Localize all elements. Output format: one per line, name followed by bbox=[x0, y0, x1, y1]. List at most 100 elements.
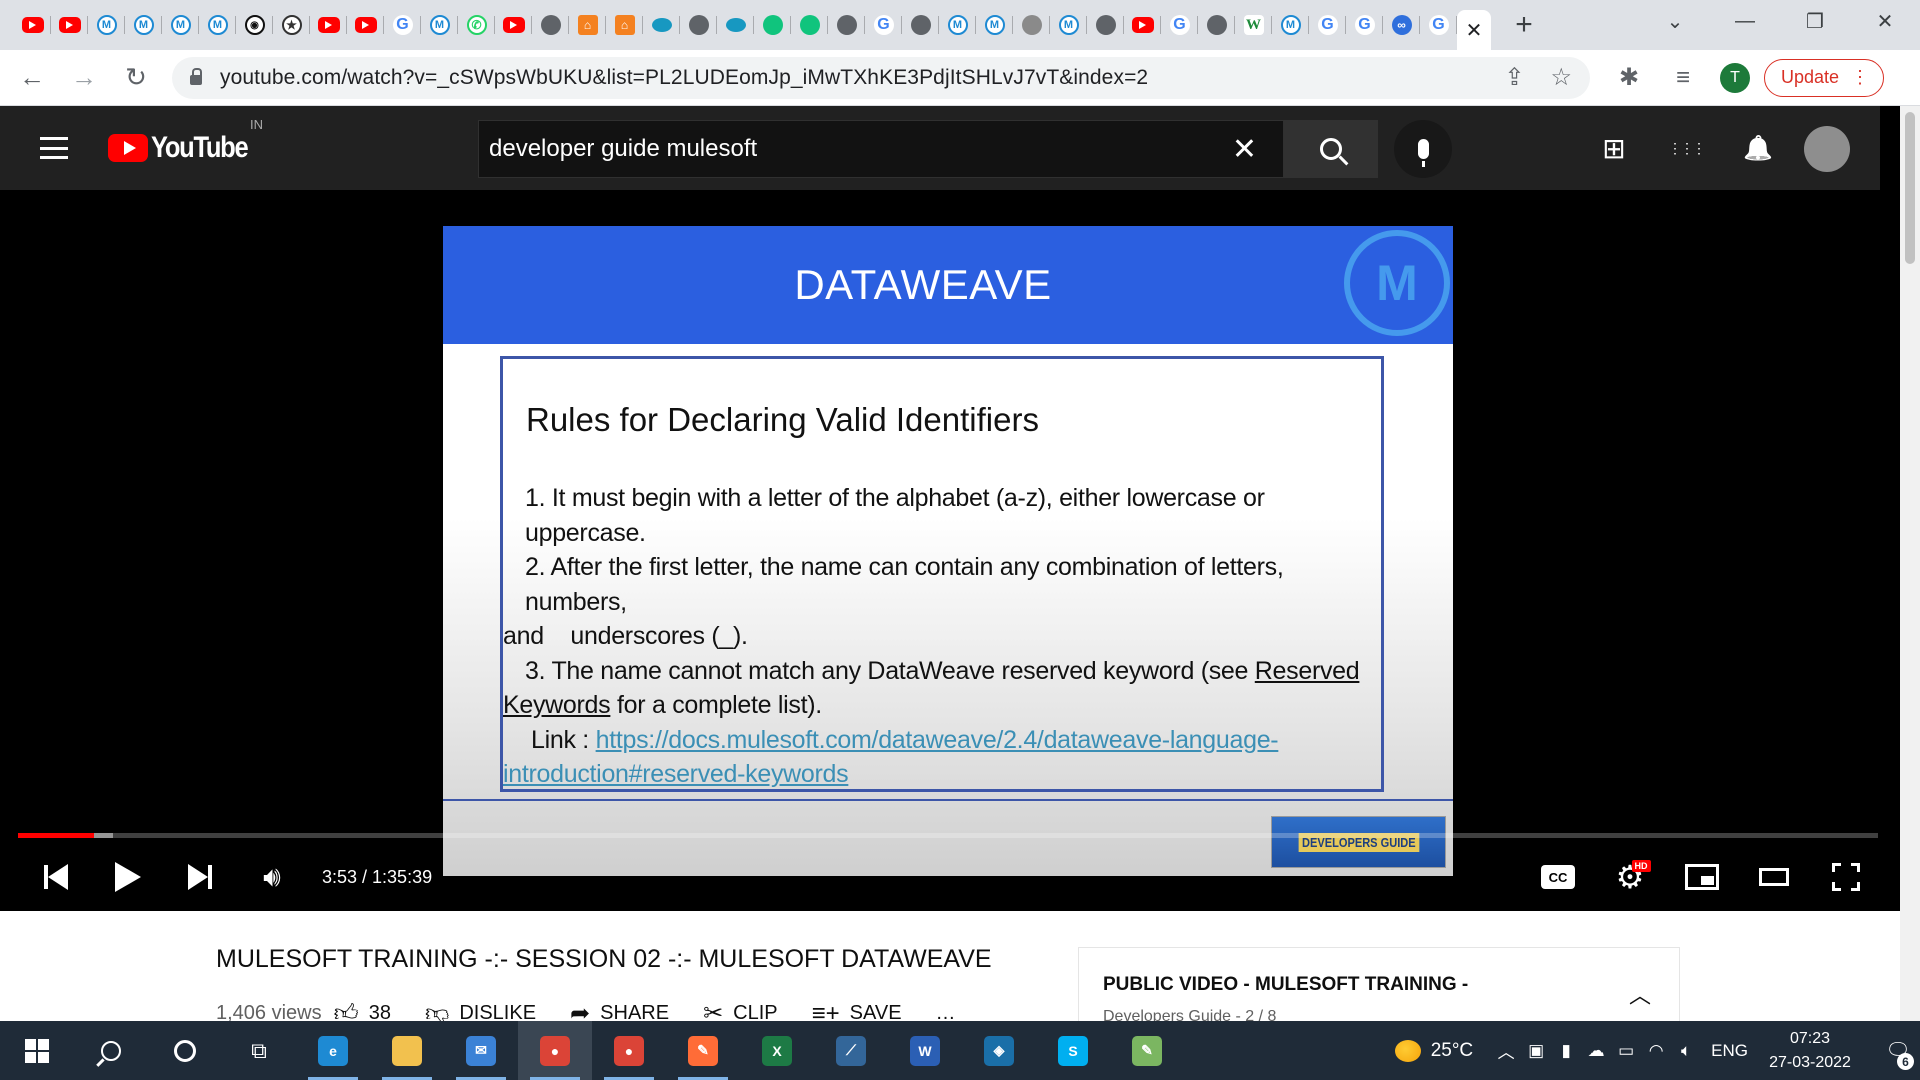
pinned-tab[interactable]: ✆ bbox=[458, 0, 495, 50]
pinned-tab[interactable]: G bbox=[1346, 0, 1383, 50]
previous-button[interactable] bbox=[20, 850, 92, 904]
pinned-tab[interactable] bbox=[643, 0, 680, 50]
pinned-tab[interactable] bbox=[310, 0, 347, 50]
pinned-tab[interactable] bbox=[1013, 0, 1050, 50]
pinned-tab[interactable]: M bbox=[1272, 0, 1309, 50]
meet-now-icon[interactable]: ▣ bbox=[1521, 1041, 1551, 1061]
pinned-tab[interactable]: G bbox=[1161, 0, 1198, 50]
taskbar-app[interactable] bbox=[370, 1021, 444, 1080]
task-view-button[interactable]: ⧉ bbox=[222, 1021, 296, 1080]
profile-avatar[interactable]: T bbox=[1720, 62, 1750, 93]
lock-icon[interactable] bbox=[190, 67, 202, 85]
playlist-subtitle[interactable]: Developers Guide - 2 / 8 bbox=[1103, 1008, 1276, 1021]
pinned-tab[interactable] bbox=[902, 0, 939, 50]
pinned-tab[interactable]: M bbox=[162, 0, 199, 50]
pinned-tab[interactable]: ★ bbox=[273, 0, 310, 50]
miniplayer-button[interactable] bbox=[1666, 850, 1738, 904]
extensions-puzzle-icon[interactable]: ✱ bbox=[1614, 63, 1644, 92]
pinned-tab[interactable]: M bbox=[199, 0, 236, 50]
pinned-tab[interactable] bbox=[1087, 0, 1124, 50]
forward-button[interactable]: → bbox=[64, 58, 104, 98]
pinned-tab[interactable] bbox=[1124, 0, 1161, 50]
next-button[interactable] bbox=[164, 850, 236, 904]
reading-list-icon[interactable]: ≡ bbox=[1668, 64, 1698, 92]
scrollbar-thumb[interactable] bbox=[1905, 112, 1915, 264]
notifications-bell-icon[interactable]: 🔔 bbox=[1722, 128, 1794, 168]
pinned-tab[interactable]: G bbox=[384, 0, 421, 50]
weather-widget[interactable]: 25°C bbox=[1394, 1039, 1473, 1062]
pinned-tab[interactable] bbox=[828, 0, 865, 50]
taskbar-app[interactable]: ◈ bbox=[962, 1021, 1036, 1080]
taskbar-app[interactable]: ✉ bbox=[444, 1021, 518, 1080]
address-bar[interactable]: youtube.com/watch?v=_cSWpsWbUKU&list=PL2… bbox=[172, 56, 1590, 99]
like-button[interactable]: 👍︎ 38 bbox=[334, 1000, 391, 1022]
captions-button[interactable]: CC bbox=[1522, 850, 1594, 904]
taskbar-app[interactable]: X bbox=[740, 1021, 814, 1080]
taskbar-app[interactable]: ✎ bbox=[1110, 1021, 1184, 1080]
search-query-text[interactable]: developer guide mulesoft bbox=[489, 135, 757, 163]
pinned-tab[interactable]: M bbox=[939, 0, 976, 50]
page-scrollbar[interactable] bbox=[1900, 106, 1920, 1021]
voice-search-button[interactable] bbox=[1394, 120, 1452, 178]
cortana-button[interactable] bbox=[148, 1021, 222, 1080]
reload-button[interactable]: ↻ bbox=[116, 58, 156, 98]
pinned-tab[interactable] bbox=[347, 0, 384, 50]
pinned-tab[interactable] bbox=[717, 0, 754, 50]
pinned-tab[interactable] bbox=[51, 0, 88, 50]
bookmark-star-icon[interactable]: ☆ bbox=[1550, 63, 1572, 92]
speaker-icon[interactable]: 🔈︎ bbox=[1671, 1041, 1701, 1061]
new-tab-button[interactable]: + bbox=[1509, 8, 1539, 42]
tab-search-button[interactable]: ⌄ bbox=[1640, 0, 1710, 42]
microphone-tray-icon[interactable]: ▮ bbox=[1551, 1041, 1581, 1061]
pinned-tab[interactable]: W bbox=[1235, 0, 1272, 50]
taskbar-app[interactable]: ● bbox=[518, 1021, 592, 1080]
video-player[interactable]: DATAWEAVE M Rules for Declaring Valid Id… bbox=[0, 190, 1900, 911]
pinned-tab[interactable]: ◉ bbox=[236, 0, 273, 50]
start-button[interactable] bbox=[0, 1021, 74, 1080]
pinned-tab[interactable]: ⌂ bbox=[606, 0, 643, 50]
onedrive-icon[interactable]: ☁ bbox=[1581, 1041, 1611, 1061]
tab-close-icon[interactable]: ✕ bbox=[1466, 18, 1483, 43]
pinned-tab[interactable] bbox=[532, 0, 569, 50]
progress-bar[interactable] bbox=[18, 833, 1878, 838]
pinned-tab[interactable]: M bbox=[1050, 0, 1087, 50]
taskbar-app[interactable]: ✎ bbox=[666, 1021, 740, 1080]
volume-button[interactable]: 🔊︎ bbox=[236, 850, 308, 904]
fullscreen-button[interactable] bbox=[1810, 850, 1882, 904]
taskbar-app[interactable]: ● bbox=[592, 1021, 666, 1080]
hamburger-menu-icon[interactable] bbox=[40, 137, 68, 159]
back-button[interactable]: ← bbox=[12, 58, 52, 98]
pinned-tab[interactable]: M bbox=[88, 0, 125, 50]
pinned-tab[interactable] bbox=[495, 0, 532, 50]
pinned-tab[interactable]: M bbox=[976, 0, 1013, 50]
show-hidden-icons-chevron[interactable]: ︿ bbox=[1491, 1038, 1521, 1063]
save-button[interactable]: ≡+ SAVE bbox=[812, 1000, 902, 1022]
update-button[interactable]: Update ⋮ bbox=[1764, 58, 1885, 97]
menu-dots-icon[interactable]: ⋮ bbox=[1851, 67, 1869, 88]
share-button[interactable]: ➦ SHARE bbox=[570, 999, 669, 1021]
pinned-tab[interactable] bbox=[680, 0, 717, 50]
taskbar-app[interactable]: ⟋ bbox=[814, 1021, 888, 1080]
pinned-tab[interactable]: M bbox=[125, 0, 162, 50]
create-video-icon[interactable]: ⊞ bbox=[1578, 128, 1650, 168]
play-button[interactable] bbox=[92, 850, 164, 904]
pinned-tab[interactable] bbox=[791, 0, 828, 50]
taskbar-app[interactable]: S bbox=[1036, 1021, 1110, 1080]
dislike-button[interactable]: 👎︎ DISLIKE bbox=[425, 1000, 536, 1022]
pinned-tab[interactable]: G bbox=[1309, 0, 1346, 50]
clock[interactable]: 07:23 27-03-2022 bbox=[1762, 1027, 1858, 1075]
pinned-tab[interactable] bbox=[1198, 0, 1235, 50]
apps-grid-icon[interactable]: ⋮⋮⋮ bbox=[1650, 128, 1722, 168]
youtube-logo[interactable]: YouTube IN bbox=[108, 117, 264, 165]
collapse-chevron-icon[interactable]: ︿ bbox=[1629, 978, 1651, 1010]
pinned-tab[interactable]: G bbox=[1420, 0, 1457, 50]
settings-button[interactable]: ⚙ HD bbox=[1594, 850, 1666, 904]
pinned-tab[interactable]: ∞ bbox=[1383, 0, 1420, 50]
more-actions-button[interactable]: … bbox=[936, 1002, 956, 1021]
active-tab[interactable]: ✕ bbox=[1457, 10, 1491, 50]
battery-icon[interactable]: ▭ bbox=[1611, 1041, 1641, 1061]
pinned-tab[interactable] bbox=[14, 0, 51, 50]
pinned-tab[interactable]: ⌂ bbox=[569, 0, 606, 50]
url-text[interactable]: youtube.com/watch?v=_cSWpsWbUKU&list=PL2… bbox=[220, 66, 1148, 90]
search-input[interactable]: developer guide mulesoft ✕ bbox=[478, 120, 1284, 178]
